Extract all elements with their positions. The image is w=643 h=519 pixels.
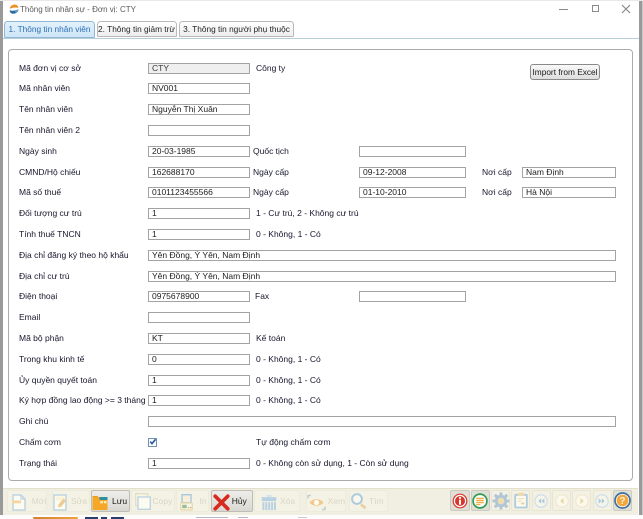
svg-text:?: ? [620, 496, 626, 507]
